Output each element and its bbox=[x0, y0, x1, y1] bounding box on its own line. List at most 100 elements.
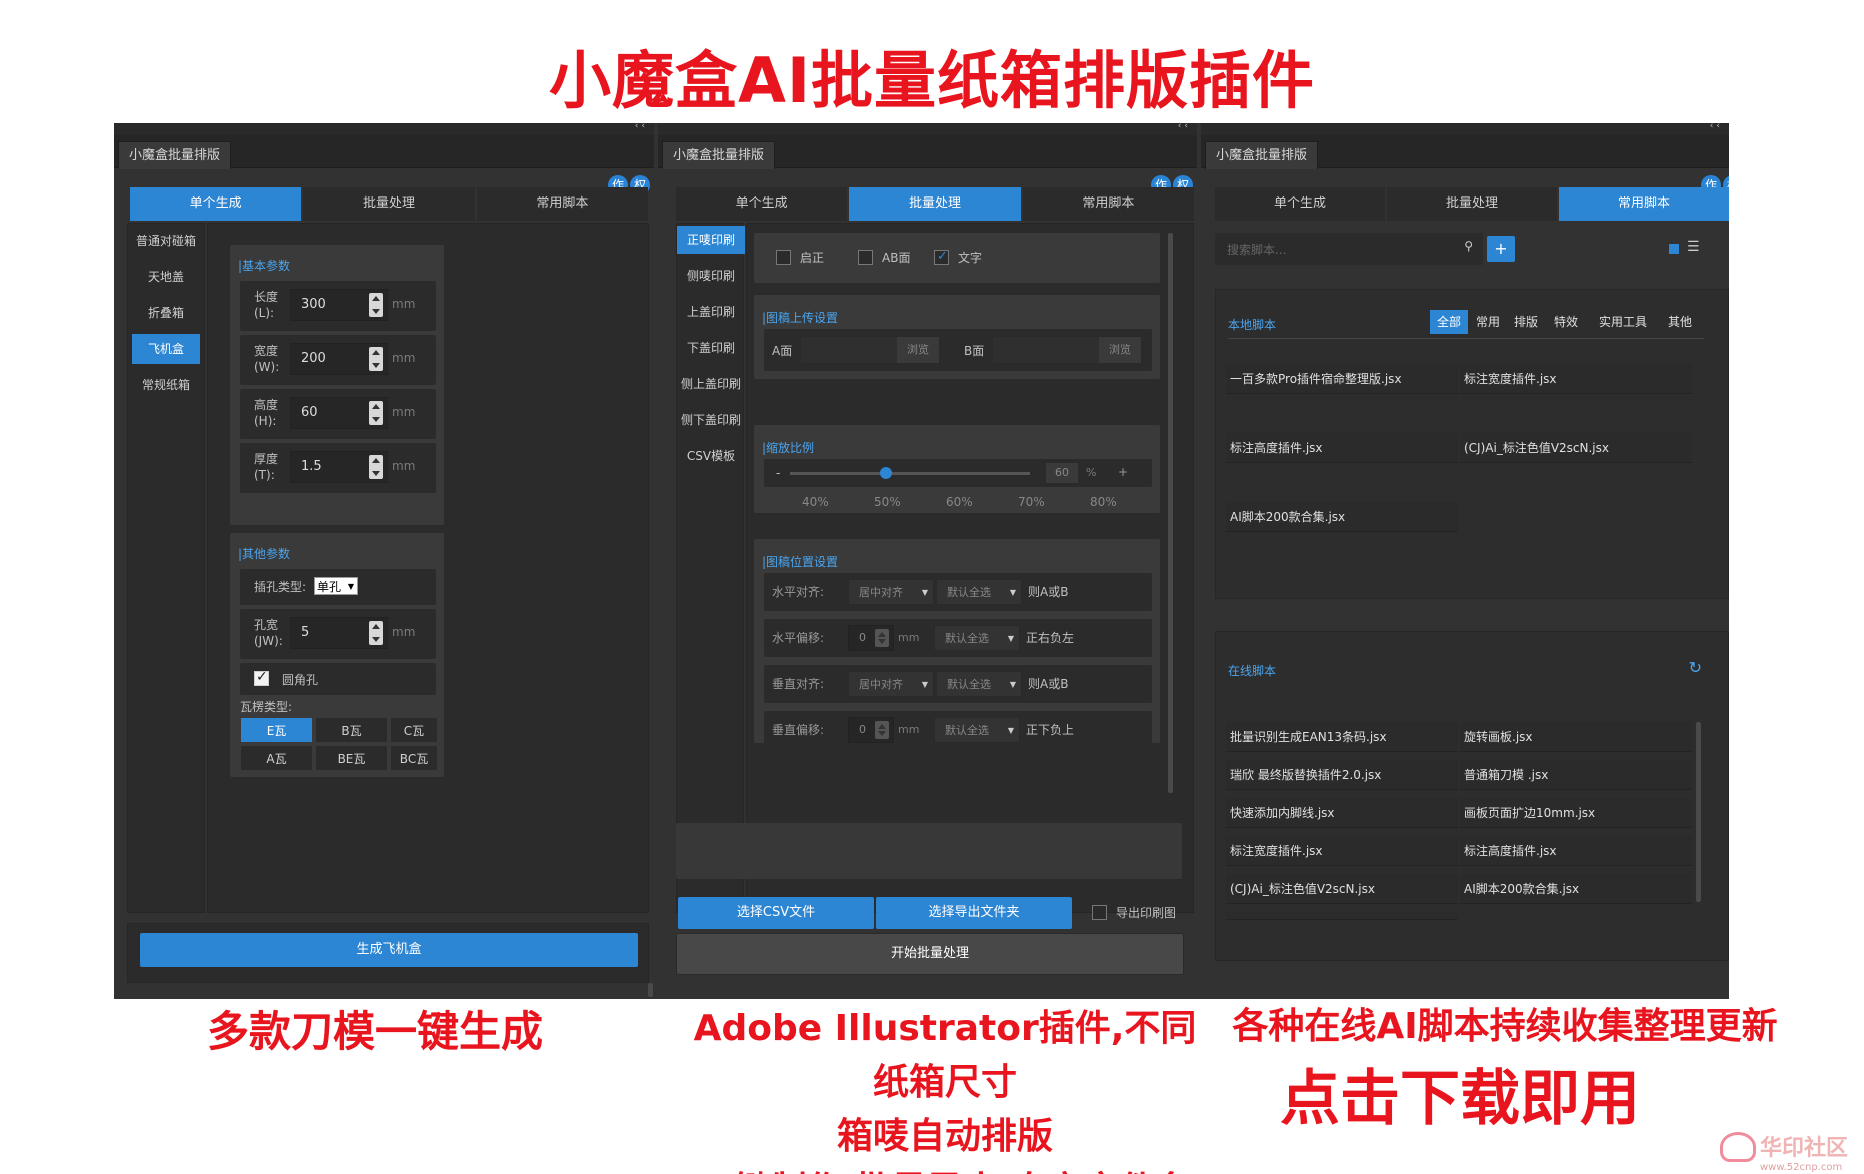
filter-all[interactable]: 全部 bbox=[1430, 310, 1468, 334]
panel-tab-title[interactable]: 小魔盒批量排版 bbox=[1205, 141, 1319, 169]
export-print-checkbox[interactable] bbox=[1092, 905, 1107, 920]
hole-type-select[interactable]: 单孔 ▼ bbox=[314, 577, 358, 595]
stepper-icon[interactable] bbox=[369, 347, 383, 371]
select-csv-button[interactable]: 选择CSV文件 bbox=[678, 897, 874, 929]
v-offset-input[interactable]: 0 bbox=[848, 717, 894, 743]
sidebar-item-side-top-lid[interactable]: 侧上盖印刷 bbox=[677, 370, 745, 398]
sidebar-item-mailer-box[interactable]: 飞机盒 bbox=[132, 334, 200, 364]
flute-bc-button[interactable]: BC瓦 bbox=[390, 745, 438, 771]
sidebar-item-regular-box[interactable]: 普通对碰箱 bbox=[132, 226, 200, 256]
scale-minus-button[interactable]: - bbox=[776, 465, 780, 481]
list-view-icon[interactable]: ☰ bbox=[1687, 239, 1700, 255]
tab-single[interactable]: 单个生成 bbox=[1215, 187, 1385, 221]
filter-common[interactable]: 常用 bbox=[1470, 310, 1506, 334]
list-item[interactable]: 标注高度插件.jsx bbox=[1460, 836, 1692, 866]
generate-button[interactable]: 生成飞机盒 bbox=[140, 933, 638, 967]
list-item[interactable]: 快速添加内脚线.jsx bbox=[1226, 798, 1458, 828]
select-export-folder-button[interactable]: 选择导出文件夹 bbox=[876, 897, 1072, 929]
panel-tab-title[interactable]: 小魔盒批量排版 bbox=[662, 141, 776, 169]
filter-utilities[interactable]: 实用工具 bbox=[1588, 310, 1658, 334]
scrollbar[interactable] bbox=[648, 983, 653, 997]
flute-a-button[interactable]: A瓦 bbox=[240, 745, 313, 771]
grid-view-icon[interactable] bbox=[1669, 244, 1679, 254]
h-offset-input[interactable]: 0 bbox=[848, 625, 894, 651]
list-item[interactable]: 一百多款Pro插件宿命整理版.jsx bbox=[1226, 364, 1458, 394]
length-input[interactable]: 300 bbox=[290, 289, 388, 321]
stepper-icon[interactable] bbox=[875, 721, 889, 739]
sidebar-item-folding-box[interactable]: 折叠箱 bbox=[132, 298, 200, 328]
list-item[interactable]: (CJ)Ai_标注色值V2scN.jsx bbox=[1226, 874, 1458, 904]
h-align-select[interactable]: 居中对齐 ▼ bbox=[848, 579, 934, 605]
sidebar-item-side-bottom-lid[interactable]: 侧下盖印刷 bbox=[677, 406, 745, 434]
flute-e-button[interactable]: E瓦 bbox=[240, 717, 313, 743]
stepper-icon[interactable] bbox=[369, 455, 383, 479]
scale-plus-button[interactable]: + bbox=[1118, 464, 1128, 480]
scale-slider-track[interactable] bbox=[790, 467, 1030, 479]
width-input[interactable]: 200 bbox=[290, 343, 388, 375]
tab-batch[interactable]: 批量处理 bbox=[303, 187, 475, 221]
tab-scripts[interactable]: 常用脚本 bbox=[1559, 187, 1729, 221]
ab-side-checkbox[interactable] bbox=[858, 250, 873, 265]
sidebar-item-side-mark[interactable]: 侧唛印刷 bbox=[677, 262, 745, 290]
add-script-button[interactable]: + bbox=[1487, 236, 1515, 262]
search-icon[interactable]: ⚲ bbox=[1464, 239, 1473, 253]
list-item[interactable]: 旋转画板.jsx bbox=[1460, 722, 1692, 752]
search-input[interactable]: 搜索脚本... ⚲ bbox=[1215, 233, 1483, 265]
sidebar-item-top-lid[interactable]: 上盖印刷 bbox=[677, 298, 745, 326]
h-align-scope-select[interactable]: 默认全选 ▼ bbox=[936, 579, 1022, 605]
list-item[interactable]: 标注宽度插件.jsx bbox=[1226, 836, 1458, 866]
list-item[interactable]: 画板页面扩边10mm.jsx bbox=[1460, 798, 1692, 828]
collapse-icon[interactable]: ‹‹ bbox=[635, 123, 648, 131]
sidebar-item-lid-box[interactable]: 天地盖 bbox=[132, 262, 200, 292]
sidebar-item-front-mark[interactable]: 正唛印刷 bbox=[677, 226, 745, 254]
refresh-icon[interactable]: ↻ bbox=[1689, 658, 1702, 677]
tab-batch[interactable]: 批量处理 bbox=[1387, 187, 1557, 221]
enable-checkbox[interactable] bbox=[776, 250, 791, 265]
stepper-icon[interactable] bbox=[369, 293, 383, 317]
list-item[interactable]: 瑞欣 最终版替换插件2.0.jsx bbox=[1226, 760, 1458, 790]
stepper-icon[interactable] bbox=[875, 629, 889, 647]
tab-scripts[interactable]: 常用脚本 bbox=[1022, 187, 1194, 221]
sidebar-item-bottom-lid[interactable]: 下盖印刷 bbox=[677, 334, 745, 362]
list-item[interactable]: AI脚本200款合集.jsx bbox=[1226, 502, 1458, 532]
list-item[interactable]: (CJ)Ai_标注色值V2scN.jsx bbox=[1460, 433, 1692, 463]
tab-scripts[interactable]: 常用脚本 bbox=[476, 187, 648, 221]
list-item[interactable]: AI脚本200款合集.jsx bbox=[1460, 874, 1692, 904]
b-side-file-input[interactable]: 浏览 bbox=[992, 336, 1142, 364]
flute-b-button[interactable]: B瓦 bbox=[315, 717, 388, 743]
scale-slider-thumb[interactable] bbox=[880, 467, 892, 479]
hole-width-input[interactable]: 5 bbox=[290, 617, 388, 649]
browse-b-button[interactable]: 浏览 bbox=[1099, 337, 1141, 363]
h-offset-scope-select[interactable]: 默认全选 ▼ bbox=[934, 625, 1020, 651]
v-offset-scope-select[interactable]: 默认全选 ▼ bbox=[934, 717, 1020, 743]
tab-single[interactable]: 单个生成 bbox=[130, 187, 302, 221]
text-checkbox[interactable] bbox=[934, 249, 949, 265]
sidebar-item-csv-template[interactable]: CSV模板 bbox=[677, 442, 745, 470]
v-align-select[interactable]: 居中对齐 ▼ bbox=[848, 671, 934, 697]
height-input[interactable]: 60 bbox=[290, 397, 388, 429]
scrollbar[interactable] bbox=[1168, 233, 1173, 793]
sidebar-item-carton[interactable]: 常规纸箱 bbox=[132, 370, 200, 400]
panel-tab-title[interactable]: 小魔盒批量排版 bbox=[118, 141, 232, 169]
round-hole-checkbox[interactable] bbox=[254, 669, 269, 686]
collapse-icon[interactable]: ‹‹ bbox=[1178, 123, 1191, 131]
v-align-scope-select[interactable]: 默认全选 ▼ bbox=[936, 671, 1022, 697]
flute-c-button[interactable]: C瓦 bbox=[390, 717, 438, 743]
filter-layout[interactable]: 排版 bbox=[1508, 310, 1544, 334]
list-item[interactable]: 标注宽度插件.jsx bbox=[1460, 364, 1692, 394]
scrollbar[interactable] bbox=[1696, 722, 1701, 902]
scale-value-input[interactable]: 60 bbox=[1046, 463, 1078, 483]
filter-other[interactable]: 其他 bbox=[1662, 310, 1698, 334]
list-item[interactable]: 标注高度插件.jsx bbox=[1226, 433, 1458, 463]
list-item[interactable]: 普通箱刀模 .jsx bbox=[1460, 760, 1692, 790]
a-side-file-input[interactable]: 浏览 bbox=[800, 336, 940, 364]
tab-batch[interactable]: 批量处理 bbox=[849, 187, 1021, 221]
flute-be-button[interactable]: BE瓦 bbox=[315, 745, 388, 771]
thickness-input[interactable]: 1.5 bbox=[290, 451, 388, 483]
stepper-icon[interactable] bbox=[369, 621, 383, 645]
browse-a-button[interactable]: 浏览 bbox=[897, 337, 939, 363]
start-batch-button[interactable]: 开始批量处理 bbox=[676, 933, 1184, 975]
list-item[interactable]: 批量识别生成EAN13条码.jsx bbox=[1226, 722, 1458, 752]
collapse-icon[interactable]: ‹‹ bbox=[1710, 123, 1723, 131]
filter-effects[interactable]: 特效 bbox=[1548, 310, 1584, 334]
